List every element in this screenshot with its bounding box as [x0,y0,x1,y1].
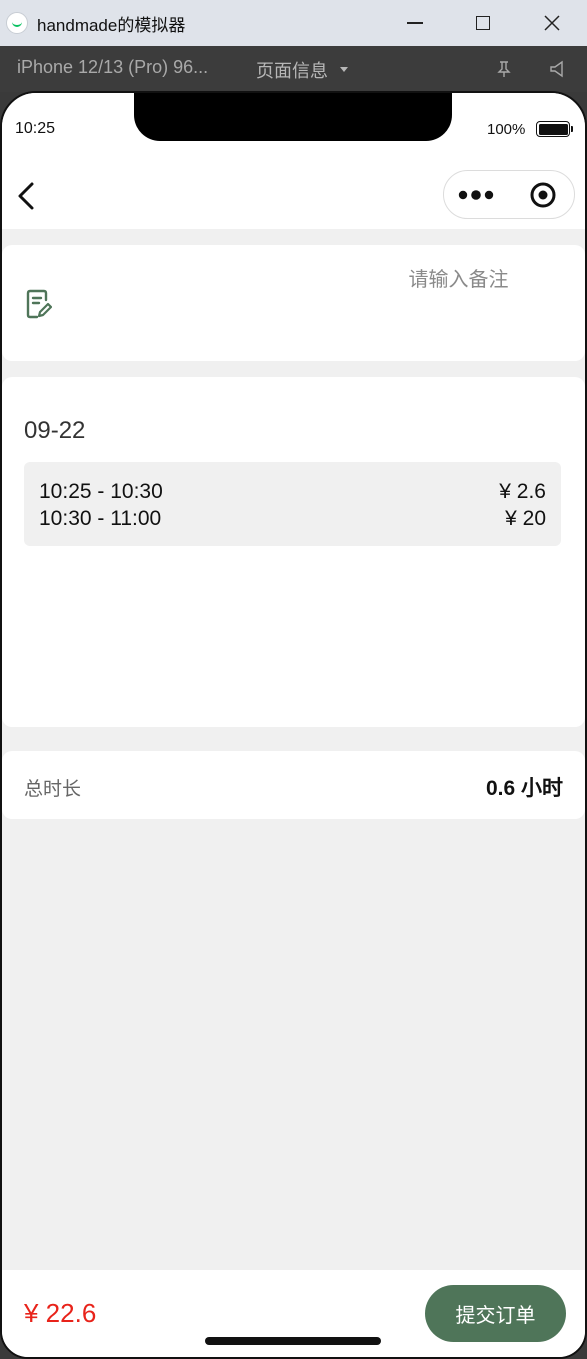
speaker-icon[interactable] [548,59,568,79]
minimize-button[interactable] [398,8,432,38]
capsule-close-button[interactable] [510,171,576,218]
battery-icon [536,121,573,137]
slot-time: 10:30 - 11:00 [39,507,162,530]
target-icon [530,182,556,207]
maximize-icon [476,16,490,30]
window-title: handmade的模拟器 [37,15,186,35]
simulator-toolbar: iPhone 12/13 (Pro) 96... 页面信息 [0,46,587,92]
phone-notch [134,93,452,141]
slot-time: 10:25 - 10:30 [39,480,163,503]
close-window-button[interactable] [535,8,569,38]
remark-card [2,245,585,361]
time-slot-row: 10:25 - 10:30 ¥ 2.6 [39,478,546,505]
app-logo-icon [6,12,28,34]
window-titlebar: handmade的模拟器 [0,0,587,46]
slot-price: ¥ 2.6 [499,480,546,503]
navigation-bar [2,163,585,229]
page-info-menu[interactable]: 页面信息 [256,57,328,83]
remark-input[interactable] [302,265,542,295]
minimize-icon [407,22,423,24]
chevron-left-icon [18,182,34,210]
more-button[interactable] [444,171,510,218]
home-indicator [205,1337,381,1345]
total-price: ¥ 22.6 [24,1298,97,1328]
more-dots-icon [458,189,494,200]
back-button[interactable] [10,179,42,213]
device-selector[interactable]: iPhone 12/13 (Pro) 96... [17,57,208,78]
checkout-bar: ¥ 22.6 提交订单 [2,1270,585,1357]
miniprogram-capsule [443,170,575,219]
pin-icon[interactable] [494,59,514,79]
phone-screen: 10:25 100% 09-22 10 [0,91,587,1359]
battery-percentage: 100% [487,121,526,138]
status-bar: 10:25 100% [2,93,585,163]
schedule-date: 09-22 [24,417,86,444]
time-slot-list: 10:25 - 10:30 ¥ 2.6 10:30 - 11:00 ¥ 20 [24,462,561,546]
duration-value: 0.6 小时 [485,777,563,800]
duration-card: 总时长 0.6 小时 [2,751,585,819]
close-icon [544,15,560,31]
schedule-card: 09-22 10:25 - 10:30 ¥ 2.6 10:30 - 11:00 … [2,377,585,727]
time-slot-row: 10:30 - 11:00 ¥ 20 [39,505,546,532]
edit-note-icon [26,289,52,319]
status-time: 10:25 [15,120,56,137]
maximize-button[interactable] [466,8,500,38]
duration-label: 总时长 [24,779,82,800]
chevron-down-icon [340,67,348,72]
submit-order-button[interactable]: 提交订单 [425,1285,566,1342]
slot-price: ¥ 20 [505,507,546,530]
